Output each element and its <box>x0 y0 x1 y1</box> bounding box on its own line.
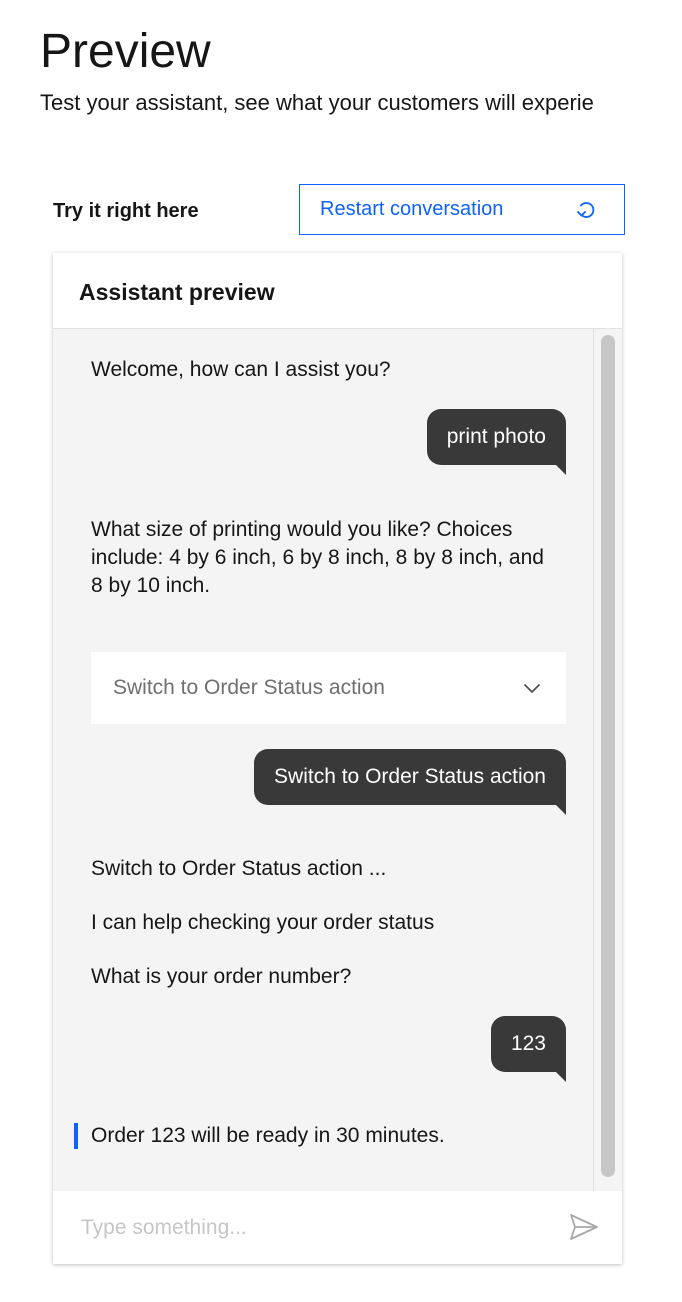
bot-message-help: I can help checking your order status <box>91 911 435 934</box>
page-subtitle: Test your assistant, see what your custo… <box>40 90 594 115</box>
chat-transcript: Welcome, how can I assist you? print pho… <box>53 329 593 1191</box>
message-input-bar <box>53 1191 622 1264</box>
restart-icon <box>577 202 595 218</box>
bot-message-switch: Switch to Order Status action ... <box>91 857 387 880</box>
bot-message-welcome: Welcome, how can I assist you? <box>91 358 391 381</box>
chat-scrollbar[interactable] <box>593 329 621 1191</box>
chevron-down-icon <box>524 684 540 693</box>
action-dropdown[interactable]: Switch to Order Status action <box>91 652 566 724</box>
send-button[interactable] <box>565 1211 603 1245</box>
latest-message-indicator <box>74 1123 78 1149</box>
dropdown-selected-value: Switch to Order Status action <box>113 676 385 699</box>
restart-conversation-button[interactable]: Restart conversation <box>299 184 625 235</box>
bot-message-order-question: What is your order number? <box>91 965 352 988</box>
send-icon <box>570 1213 598 1240</box>
try-it-label: Try it right here <box>53 200 199 222</box>
page-title: Preview <box>40 25 211 78</box>
scrollbar-thumb[interactable] <box>601 335 615 1177</box>
bot-message-size-question: What size of printing would you like? Ch… <box>91 518 544 597</box>
bot-message-ready: Order 123 will be ready in 30 minutes. <box>91 1124 445 1147</box>
panel-title: Assistant preview <box>79 279 275 305</box>
user-message-bubble: 123 <box>490 1016 567 1082</box>
assistant-preview-panel: Assistant preview Welcome, how can I ass… <box>53 253 622 1264</box>
user-message-bubble: Switch to Order Status action <box>254 749 566 815</box>
restart-conversation-label: Restart conversation <box>320 198 504 220</box>
user-message-bubble: print photo <box>426 409 567 475</box>
message-input[interactable] <box>81 1211 541 1245</box>
panel-header: Assistant preview <box>53 253 622 329</box>
